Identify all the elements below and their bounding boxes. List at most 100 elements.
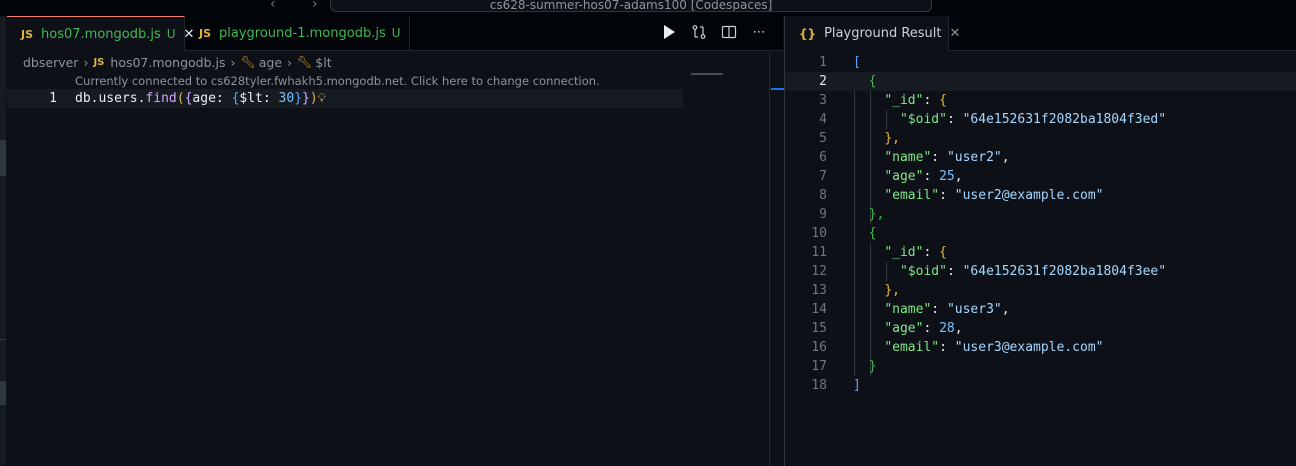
json-code: [ <box>853 55 861 70</box>
breadcrumb-file[interactable]: hos07.mongodb.js <box>110 55 225 70</box>
line-number: 7 <box>819 169 827 184</box>
json-code: { <box>868 74 877 89</box>
json-line[interactable]: 12 "$oid": "64e152631f2082ba1804f3ee" <box>785 262 1296 281</box>
line-number: 9 <box>819 207 827 222</box>
js-file-icon: JS <box>93 56 105 68</box>
json-line[interactable]: 13 }, <box>785 281 1296 300</box>
tab-label: hos07.mongodb.js <box>41 26 161 42</box>
json-line[interactable]: 8 "email": "user2@example.com" <box>785 186 1296 205</box>
json-code: "$oid": "64e152631f2082ba1804f3ed" <box>899 112 1167 127</box>
more-actions-icon[interactable]: ⋯ <box>751 24 767 42</box>
compare-changes-icon[interactable] <box>691 24 707 42</box>
code-text[interactable]: db.users.find({age: {$lt: 30}})💡︎ <box>75 89 326 108</box>
split-editor-icon[interactable] <box>721 24 737 42</box>
chevron-right-icon: › <box>287 54 293 70</box>
json-line[interactable]: 5 }, <box>785 129 1296 148</box>
line-number: 1 <box>49 91 57 106</box>
editor-tabbar: JS hos07.mongodb.js U ✕ JS playground-1.… <box>7 16 783 51</box>
line-number: 13 <box>811 283 827 298</box>
line-number: 8 <box>819 188 827 203</box>
line-number: 17 <box>811 359 827 374</box>
json-line[interactable]: 14 "name": "user3", <box>785 300 1296 319</box>
json-code: "_id": { <box>884 245 947 260</box>
line-number: 6 <box>819 150 827 165</box>
line-number: 18 <box>811 378 827 393</box>
editor-actions: ⋯ <box>661 24 767 42</box>
json-line[interactable]: 16 "email": "user3@example.com" <box>785 338 1296 357</box>
json-line[interactable]: 3 "_id": { <box>785 91 1296 110</box>
json-line[interactable]: 10 { <box>785 224 1296 243</box>
tab-playground-result[interactable]: {} Playground Result ✕ <box>785 16 960 51</box>
json-code: }, <box>868 207 885 222</box>
minimap[interactable] <box>691 73 723 75</box>
tab-playground-1[interactable]: JS playground-1.mongodb.js U <box>185 16 410 50</box>
json-code: "email": "user2@example.com" <box>884 188 1104 203</box>
json-line[interactable]: 18] <box>785 376 1296 395</box>
tab-label: playground-1.mongodb.js <box>219 25 386 41</box>
editor-group-right: {} Playground Result ✕ 1[2 {3 "_id": {4 … <box>784 16 1296 466</box>
json-code: { <box>868 226 877 241</box>
js-file-icon: JS <box>199 26 212 40</box>
activity-marker <box>0 140 6 176</box>
line-number: 12 <box>811 264 827 279</box>
chevron-right-icon: › <box>230 54 236 70</box>
chevron-right-icon: › <box>83 54 89 70</box>
json-line[interactable]: 6 "name": "user2", <box>785 148 1296 167</box>
json-line[interactable]: 2 { <box>785 72 1296 91</box>
vertical-scrollbar[interactable] <box>769 51 784 466</box>
json-line[interactable]: 7 "age": 25, <box>785 167 1296 186</box>
line-number: 1 <box>819 55 827 70</box>
play-icon[interactable] <box>661 24 677 42</box>
line-number: 2 <box>819 74 827 89</box>
json-code: "email": "user3@example.com" <box>884 340 1104 355</box>
tab-hos07[interactable]: JS hos07.mongodb.js U ✕ <box>7 16 194 51</box>
scrollbar-cursor-marker <box>771 88 784 90</box>
json-line[interactable]: 1[ <box>785 53 1296 72</box>
line-number: 16 <box>811 340 827 355</box>
js-file-icon: JS <box>21 27 34 41</box>
title-bar: ‹ › cs628-summer-hos07-adams100 [Codespa… <box>0 0 1296 16</box>
json-line[interactable]: 15 "age": 28, <box>785 319 1296 338</box>
editor-group-left: JS hos07.mongodb.js U ✕ JS playground-1.… <box>7 16 784 466</box>
json-code: }, <box>884 131 900 146</box>
json-code: "_id": { <box>884 93 947 108</box>
code-line[interactable]: 1 db.users.find({age: {$lt: 30}})💡︎ <box>7 89 683 108</box>
json-code: "age": 28, <box>884 321 963 336</box>
json-line[interactable]: 11 "_id": { <box>785 243 1296 262</box>
json-code: } <box>868 359 877 374</box>
tab-label: Playground Result <box>824 26 942 41</box>
json-code: }, <box>884 283 900 298</box>
line-number: 4 <box>819 112 827 127</box>
json-braces-icon: {} <box>799 26 817 41</box>
json-line[interactable]: 17 } <box>785 357 1296 376</box>
untracked-badge: U <box>166 27 176 41</box>
breadcrumb-symbol-age[interactable]: age <box>259 55 282 70</box>
nav-arrows[interactable]: ‹ › <box>270 0 334 12</box>
line-number: 11 <box>811 245 827 260</box>
result-json-view[interactable]: 1[2 {3 "_id": {4 "$oid": "64e152631f2082… <box>785 53 1296 395</box>
connection-codelens[interactable]: Currently connected to cs628tyler.fwhakh… <box>75 74 600 88</box>
activity-divider <box>0 339 6 340</box>
json-code: "name": "user3", <box>884 302 1010 317</box>
close-icon[interactable]: ✕ <box>950 26 961 41</box>
activity-bar-edge <box>0 16 6 466</box>
json-line[interactable]: 9 }, <box>785 205 1296 224</box>
json-code: "$oid": "64e152631f2082ba1804f3ee" <box>899 264 1167 279</box>
editor-tabbar: {} Playground Result ✕ <box>785 16 1296 51</box>
lightbulb-icon[interactable]: 💡︎ <box>318 91 326 105</box>
json-code: "age": 25, <box>884 169 963 184</box>
json-code: "name": "user2", <box>884 150 1010 165</box>
breadcrumb-folder[interactable]: dbserver <box>23 55 78 70</box>
line-number: 10 <box>811 226 827 241</box>
activity-marker <box>0 381 6 405</box>
breadcrumb: dbserver › JS hos07.mongodb.js › 🔧︎ age … <box>23 54 332 70</box>
line-number: 3 <box>819 93 827 108</box>
json-line[interactable]: 4 "$oid": "64e152631f2082ba1804f3ed" <box>785 110 1296 129</box>
line-number: 5 <box>819 131 827 146</box>
wrench-icon: 🔧︎ <box>240 55 256 69</box>
command-center[interactable]: cs628-summer-hos07-adams100 [Codespaces] <box>330 0 932 12</box>
line-number: 15 <box>811 321 827 336</box>
wrench-icon: 🔧︎ <box>297 55 313 69</box>
line-number: 14 <box>811 302 827 317</box>
breadcrumb-symbol-lt[interactable]: $lt <box>315 55 331 70</box>
